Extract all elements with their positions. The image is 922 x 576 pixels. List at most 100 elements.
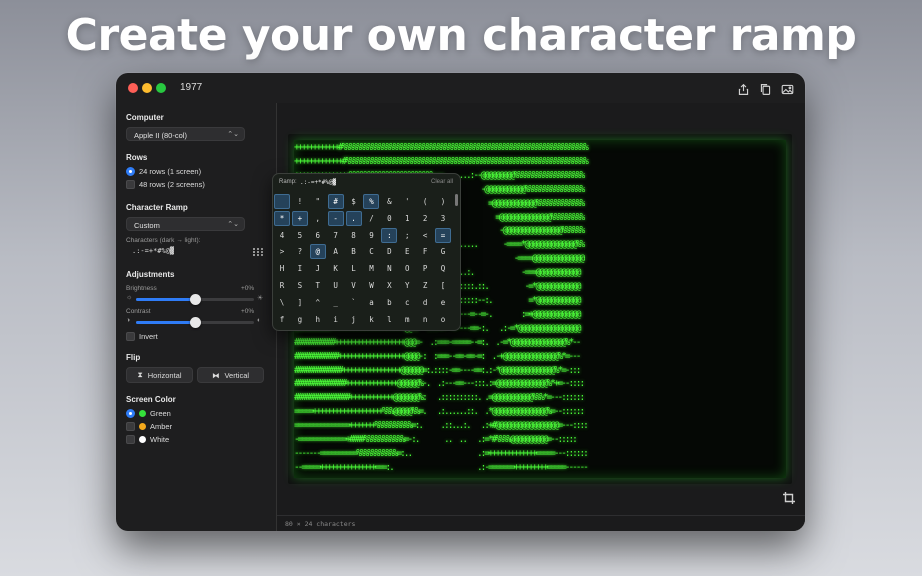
characters-value[interactable]: .:-=+*#%@▓ <box>132 247 174 255</box>
ramp-char-cell[interactable]: e <box>435 295 451 310</box>
crop-icon[interactable] <box>782 491 796 505</box>
radio-amber[interactable] <box>126 422 135 431</box>
ramp-value[interactable]: .:-=+*#%@▓ <box>300 179 336 186</box>
ramp-char-cell[interactable]: > <box>274 244 290 259</box>
ramp-char-cell[interactable]: W <box>363 278 379 293</box>
ramp-char-cell[interactable]: U <box>328 278 344 293</box>
computer-popup[interactable]: Apple II (80-col) ⌃⌄ <box>126 127 245 141</box>
contrast-knob[interactable] <box>190 317 201 328</box>
ramp-char-cell[interactable]: Y <box>399 278 415 293</box>
ramp-char-cell[interactable]: a <box>363 295 379 310</box>
ramp-char-cell[interactable]: * <box>274 210 290 226</box>
ramp-char-cell[interactable]: j <box>346 312 362 327</box>
ramp-char-cell[interactable]: ` <box>346 295 362 310</box>
ramp-char-cell[interactable] <box>274 194 290 209</box>
radio-white[interactable] <box>126 435 135 444</box>
ramp-char-cell[interactable]: l <box>381 312 397 327</box>
ramp-char-cell[interactable]: \ <box>274 295 290 310</box>
ramp-char-cell[interactable]: . <box>345 210 362 226</box>
ramp-char-cell[interactable]: h <box>310 312 326 327</box>
ramp-char-cell[interactable]: K <box>328 261 344 276</box>
ramp-char-cell[interactable]: S <box>292 278 308 293</box>
ramp-char-cell[interactable]: 4 <box>274 228 290 243</box>
ramp-char-cell[interactable]: " <box>310 194 326 209</box>
ramp-char-cell[interactable]: < <box>417 228 433 243</box>
ramp-char-cell[interactable]: b <box>381 295 397 310</box>
ramp-char-cell[interactable]: F <box>417 244 433 259</box>
ramp-char-cell[interactable]: A <box>328 244 344 259</box>
screen-color-amber[interactable]: Amber <box>126 422 172 431</box>
ramp-char-cell[interactable]: C <box>363 244 379 259</box>
flip-vertical-button[interactable]: ⧓ Vertical <box>197 367 264 383</box>
ramp-char-cell[interactable]: + <box>291 210 308 226</box>
ramp-char-cell[interactable]: 9 <box>363 228 379 243</box>
ramp-char-cell[interactable]: R <box>274 278 290 293</box>
ramp-scrollbar[interactable] <box>455 194 458 206</box>
ramp-char-cell[interactable]: J <box>310 261 326 276</box>
ramp-char-cell[interactable]: Q <box>435 261 451 276</box>
ramp-char-cell[interactable]: 7 <box>328 228 344 243</box>
ramp-char-cell[interactable]: E <box>399 244 415 259</box>
ramp-char-cell[interactable]: P <box>417 261 433 276</box>
ramp-char-cell[interactable]: Z <box>417 278 433 293</box>
ramp-char-cell[interactable]: G <box>435 244 451 259</box>
ramp-char-cell[interactable]: 8 <box>346 228 362 243</box>
radio-24-rows[interactable] <box>126 167 135 176</box>
invert-checkbox-row[interactable]: Invert <box>126 332 158 341</box>
ramp-char-cell[interactable]: 3 <box>435 211 451 226</box>
brightness-knob[interactable] <box>190 294 201 305</box>
ramp-char-cell[interactable]: # <box>327 194 344 209</box>
radio-green[interactable] <box>126 409 135 418</box>
ramp-char-cell[interactable]: 1 <box>399 211 415 226</box>
ramp-char-cell[interactable]: ] <box>292 295 308 310</box>
ramp-char-cell[interactable]: ^ <box>310 295 326 310</box>
ramp-char-cell[interactable]: 5 <box>292 228 308 243</box>
ramp-char-cell[interactable]: g <box>292 312 308 327</box>
ramp-char-cell[interactable]: X <box>381 278 397 293</box>
contrast-slider[interactable]: ◑ ◐ <box>126 316 266 328</box>
ramp-char-cell[interactable]: H <box>274 261 290 276</box>
ramp-char-cell[interactable]: ! <box>292 194 308 209</box>
ramp-char-cell[interactable]: o <box>435 312 451 327</box>
rows-option-48[interactable]: 48 rows (2 screens) <box>126 180 205 189</box>
ramp-char-cell[interactable]: k <box>363 312 379 327</box>
ramp-char-cell[interactable]: 6 <box>310 228 326 243</box>
ramp-char-cell[interactable]: m <box>399 312 415 327</box>
ramp-char-cell[interactable]: V <box>346 278 362 293</box>
ramp-char-cell[interactable]: % <box>363 194 380 209</box>
ramp-char-cell[interactable]: [ <box>435 278 451 293</box>
ramp-char-cell[interactable]: 0 <box>381 211 397 226</box>
ramp-char-cell[interactable]: T <box>310 278 326 293</box>
character-ramp-popup[interactable]: Custom ⌃⌄ <box>126 217 245 231</box>
ramp-char-cell[interactable]: L <box>346 261 362 276</box>
clear-all-button[interactable]: Clear all <box>431 179 453 185</box>
image-icon[interactable] <box>779 81 795 97</box>
ramp-char-cell[interactable]: d <box>417 295 433 310</box>
ramp-char-cell[interactable]: $ <box>346 194 362 209</box>
ramp-char-cell[interactable]: ) <box>435 194 451 209</box>
ramp-char-cell[interactable]: B <box>346 244 362 259</box>
ramp-char-cell[interactable]: D <box>381 244 397 259</box>
screen-color-green[interactable]: Green <box>126 409 171 418</box>
rows-option-24[interactable]: 24 rows (1 screen) <box>126 167 201 176</box>
ramp-char-cell[interactable]: & <box>381 194 397 209</box>
ramp-char-cell[interactable]: = <box>435 227 452 243</box>
copy-icon[interactable] <box>757 81 773 97</box>
ramp-char-cell[interactable]: M <box>363 261 379 276</box>
ramp-char-cell[interactable]: _ <box>328 295 344 310</box>
ramp-char-cell[interactable]: - <box>327 210 344 226</box>
close-window-button[interactable] <box>128 83 138 93</box>
radio-48-rows[interactable] <box>126 180 135 189</box>
ramp-char-cell[interactable]: N <box>381 261 397 276</box>
ramp-char-cell[interactable]: / <box>363 211 379 226</box>
ramp-char-cell[interactable]: 2 <box>417 211 433 226</box>
invert-checkbox[interactable] <box>126 332 135 341</box>
brightness-slider[interactable]: ☼ ☀ <box>126 293 266 305</box>
ramp-char-cell[interactable]: f <box>274 312 290 327</box>
zoom-window-button[interactable] <box>156 83 166 93</box>
ramp-char-cell[interactable]: , <box>310 211 326 226</box>
ramp-char-cell[interactable]: O <box>399 261 415 276</box>
ramp-char-cell[interactable]: i <box>328 312 344 327</box>
ramp-char-cell[interactable]: ? <box>292 244 308 259</box>
ramp-char-cell[interactable]: I <box>292 261 308 276</box>
